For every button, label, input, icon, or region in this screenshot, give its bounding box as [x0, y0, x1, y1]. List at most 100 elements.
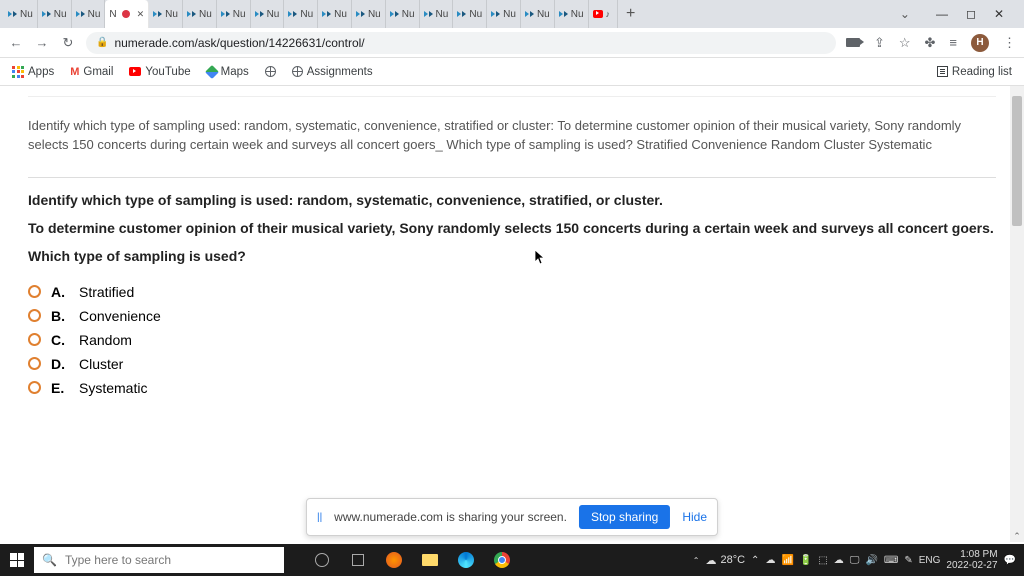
bookmark-gmail[interactable]: M Gmail: [70, 66, 113, 78]
bookmark-star-icon[interactable]: ☆: [899, 35, 911, 51]
battery-icon[interactable]: 🔋: [800, 555, 812, 566]
browser-tab[interactable]: Nu: [487, 0, 521, 28]
app-icon-1[interactable]: ⬚: [818, 555, 827, 566]
bookmark-globe-1[interactable]: [265, 66, 276, 77]
address-bar[interactable]: 🔒 numerade.com/ask/question/14226631/con…: [86, 32, 836, 54]
browser-tab[interactable]: ♪: [589, 0, 619, 28]
browser-tab[interactable]: Nu: [38, 0, 72, 28]
windows-logo-icon: [10, 553, 24, 567]
window-close-button[interactable]: ✕: [994, 7, 1004, 21]
kebab-menu-icon[interactable]: ⋮: [1003, 35, 1016, 51]
start-button[interactable]: [0, 544, 34, 576]
radio-icon[interactable]: [28, 381, 41, 394]
extensions-icon[interactable]: ✤: [925, 35, 936, 51]
question-line-3: Which type of sampling is used?: [28, 248, 996, 264]
browser-tab[interactable]: Nu: [251, 0, 285, 28]
search-icon: 🔍: [42, 553, 57, 567]
stop-sharing-button[interactable]: Stop sharing: [579, 505, 670, 529]
reading-list-icon[interactable]: ≡: [949, 35, 957, 50]
browser-tab[interactable]: Nu: [521, 0, 555, 28]
option-row[interactable]: C.Random: [28, 332, 996, 348]
display-icon[interactable]: 🖵: [850, 555, 860, 566]
taskbar-search-input[interactable]: 🔍 Type here to search: [34, 547, 284, 573]
weather-widget[interactable]: ☁ 28°C: [705, 554, 745, 567]
browser-tab[interactable]: Nu: [386, 0, 420, 28]
browser-tab[interactable]: Nu: [4, 0, 38, 28]
numerade-icon: [8, 11, 17, 17]
browser-tab[interactable]: Nu: [183, 0, 217, 28]
numerade-icon: [187, 11, 196, 17]
browser-tab[interactable]: Nu: [149, 0, 183, 28]
bookmark-apps[interactable]: Apps: [12, 66, 54, 78]
tab-title: Nu: [469, 9, 482, 20]
bookmark-youtube[interactable]: YouTube: [129, 66, 190, 78]
numerade-icon: [76, 11, 85, 17]
tab-title: Nu: [165, 9, 178, 20]
tab-title: Nu: [571, 9, 584, 20]
firefox-icon[interactable]: [376, 544, 412, 576]
browser-tab[interactable]: Nu: [284, 0, 318, 28]
pen-icon[interactable]: ✎: [904, 555, 912, 566]
option-row[interactable]: A.Stratified: [28, 284, 996, 300]
task-view-icon[interactable]: [340, 544, 376, 576]
browser-tab[interactable]: N✕: [105, 0, 149, 28]
browser-tab[interactable]: Nu: [217, 0, 251, 28]
numerade-icon: [356, 11, 365, 17]
hide-share-button[interactable]: Hide: [682, 510, 707, 524]
numerade-icon: [221, 11, 230, 17]
cortana-icon[interactable]: [304, 544, 340, 576]
browser-tab[interactable]: Nu: [318, 0, 352, 28]
bookmark-maps[interactable]: Maps: [207, 66, 249, 78]
scrollbar-thumb[interactable]: [1012, 96, 1022, 226]
options-list: A.Stratified B.Convenience C.Random D.Clust…: [28, 284, 996, 396]
radio-icon[interactable]: [28, 333, 41, 346]
radio-icon[interactable]: [28, 357, 41, 370]
record-indicator-icon: [122, 10, 130, 18]
browser-tab[interactable]: Nu: [352, 0, 386, 28]
language-indicator[interactable]: ENG: [919, 555, 941, 566]
numerade-icon: [288, 11, 297, 17]
option-row[interactable]: D.Cluster: [28, 356, 996, 372]
close-tab-icon[interactable]: ✕: [137, 9, 145, 20]
option-row[interactable]: E.Systematic: [28, 380, 996, 396]
tray-overflow-icon[interactable]: ⌃: [751, 555, 759, 566]
app-icon-2[interactable]: ☁: [834, 555, 844, 566]
share-icon[interactable]: ⇪: [874, 35, 885, 51]
browser-tab[interactable]: Nu: [72, 0, 106, 28]
radio-icon[interactable]: [28, 309, 41, 322]
notifications-icon[interactable]: 💬: [1004, 555, 1016, 566]
edge-icon[interactable]: [448, 544, 484, 576]
wifi-icon[interactable]: 📶: [781, 555, 793, 566]
scrollbar-chevron-icon[interactable]: ⌃: [1013, 531, 1021, 542]
option-text: Cluster: [79, 356, 123, 372]
browser-tab[interactable]: Nu: [420, 0, 454, 28]
numerade-icon: [153, 11, 162, 17]
reading-list-button[interactable]: Reading list: [937, 66, 1012, 78]
browser-tab[interactable]: Nu: [453, 0, 487, 28]
file-explorer-icon[interactable]: [412, 544, 448, 576]
window-minimize-button[interactable]: —: [936, 7, 948, 21]
camera-indicator-icon[interactable]: [846, 38, 860, 47]
reload-button[interactable]: ↻: [60, 35, 76, 51]
question-line-1: Identify which type of sampling is used:…: [28, 192, 996, 208]
bookmark-assignments[interactable]: Assignments: [292, 66, 373, 78]
profile-avatar[interactable]: H: [971, 34, 989, 52]
volume-icon[interactable]: 🔊: [865, 555, 877, 566]
radio-icon[interactable]: [28, 285, 41, 298]
onedrive-icon[interactable]: ☁: [765, 555, 775, 566]
chrome-icon[interactable]: [484, 544, 520, 576]
youtube-icon: [129, 67, 141, 76]
option-letter: A.: [51, 284, 69, 300]
tab-overflow-chevron-icon[interactable]: ⌄: [900, 7, 910, 21]
vertical-scrollbar[interactable]: ⌃: [1010, 86, 1024, 542]
new-tab-button[interactable]: +: [618, 5, 643, 23]
clock[interactable]: 1:08 PM 2022-02-27: [946, 549, 997, 571]
browser-tab[interactable]: Nu: [555, 0, 589, 28]
search-placeholder: Type here to search: [65, 553, 171, 567]
keyboard-icon[interactable]: ⌨: [884, 555, 898, 566]
back-button[interactable]: ←: [8, 35, 24, 50]
option-row[interactable]: B.Convenience: [28, 308, 996, 324]
forward-button[interactable]: →: [34, 35, 50, 50]
window-maximize-button[interactable]: ◻: [966, 7, 976, 21]
tray-chevron-icon[interactable]: ⌃: [693, 556, 700, 565]
